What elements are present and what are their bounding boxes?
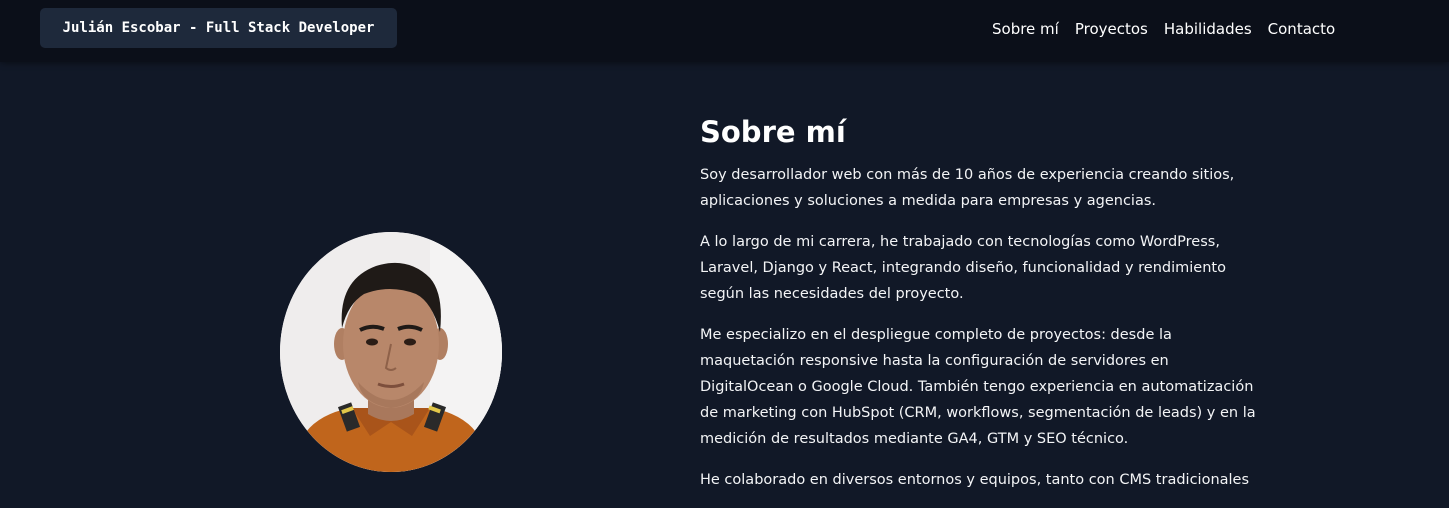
paragraph-line: Laravel, Django y React, integrando dise…	[700, 260, 1226, 276]
about-paragraph-1: Soy desarrollador web con más de 10 años…	[700, 162, 1250, 214]
paragraph-line: DigitalOcean o Google Cloud. También ten…	[700, 379, 1254, 395]
paragraph-line: aplicaciones y soluciones a medida para …	[700, 193, 1157, 209]
nav-link-proyectos[interactable]: Proyectos	[1075, 20, 1148, 38]
nav-link-contacto[interactable]: Contacto	[1268, 20, 1336, 38]
brand-logo[interactable]: Julián Escobar - Full Stack Developer	[40, 8, 397, 48]
paragraph-line: según las necesidades del proyecto.	[700, 286, 964, 302]
nav-link-habilidades[interactable]: Habilidades	[1164, 20, 1252, 38]
profile-photo	[280, 232, 502, 472]
paragraph-line: A lo largo de mi carrera, he trabajado c…	[700, 234, 1220, 250]
paragraph-line: maquetación responsive hasta la configur…	[700, 353, 1169, 369]
navbar: Julián Escobar - Full Stack Developer So…	[0, 0, 1449, 62]
nav-link-sobre-mi[interactable]: Sobre mí	[992, 20, 1059, 38]
paragraph-line: medición de resultados mediante GA4, GTM…	[700, 431, 1129, 447]
about-paragraph-3: Me especializo en el despliegue completo…	[700, 322, 1256, 452]
about-paragraph-4: He colaborado en diversos entornos y equ…	[700, 467, 1250, 493]
paragraph-line: Me especializo en el despliegue completo…	[700, 327, 1172, 343]
paragraph-line: He colaborado en diversos entornos y equ…	[700, 472, 1250, 488]
about-section: Sobre mí Soy desarrollador web con más d…	[700, 112, 1256, 508]
nav-menu: Sobre mí Proyectos Habilidades Contacto	[992, 17, 1335, 41]
profile-photo-illustration	[280, 232, 502, 472]
about-paragraph-2: A lo largo de mi carrera, he trabajado c…	[700, 229, 1250, 307]
paragraph-line: de marketing con HubSpot (CRM, workflows…	[700, 405, 1256, 421]
paragraph-line: Soy desarrollador web con más de 10 años…	[700, 167, 1235, 183]
about-title: Sobre mí	[700, 115, 846, 149]
